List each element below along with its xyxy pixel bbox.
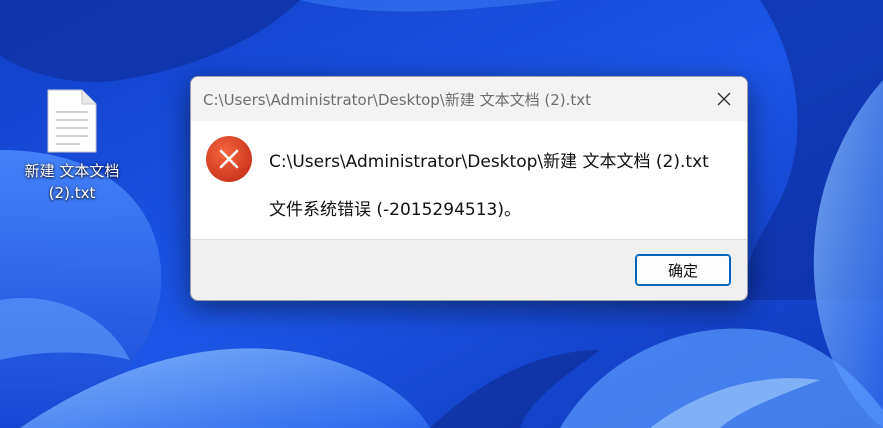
message-error-text: 文件系统错误 (-2015294513)。	[269, 200, 521, 220]
close-icon	[717, 92, 731, 106]
dialog-title: C:\Users\Administrator\Desktop\新建 文本文档 (…	[203, 91, 592, 109]
dialog-titlebar[interactable]: C:\Users\Administrator\Desktop\新建 文本文档 (…	[191, 77, 747, 121]
desktop-file-icon[interactable]: 新建 文本文档 (2).txt	[14, 84, 130, 212]
file-txt-icon	[47, 89, 97, 153]
message-file-path: C:\Users\Administrator\Desktop\新建 文本文档 (…	[269, 152, 709, 172]
error-dialog: C:\Users\Administrator\Desktop\新建 文本文档 (…	[190, 76, 748, 301]
dialog-footer: 确定	[191, 240, 747, 300]
ok-button[interactable]: 确定	[635, 254, 731, 286]
dialog-content: C:\Users\Administrator\Desktop\新建 文本文档 (…	[191, 121, 747, 240]
close-button[interactable]	[701, 77, 747, 121]
error-icon	[206, 136, 252, 182]
desktop-file-label: 新建 文本文档 (2).txt	[24, 162, 120, 202]
